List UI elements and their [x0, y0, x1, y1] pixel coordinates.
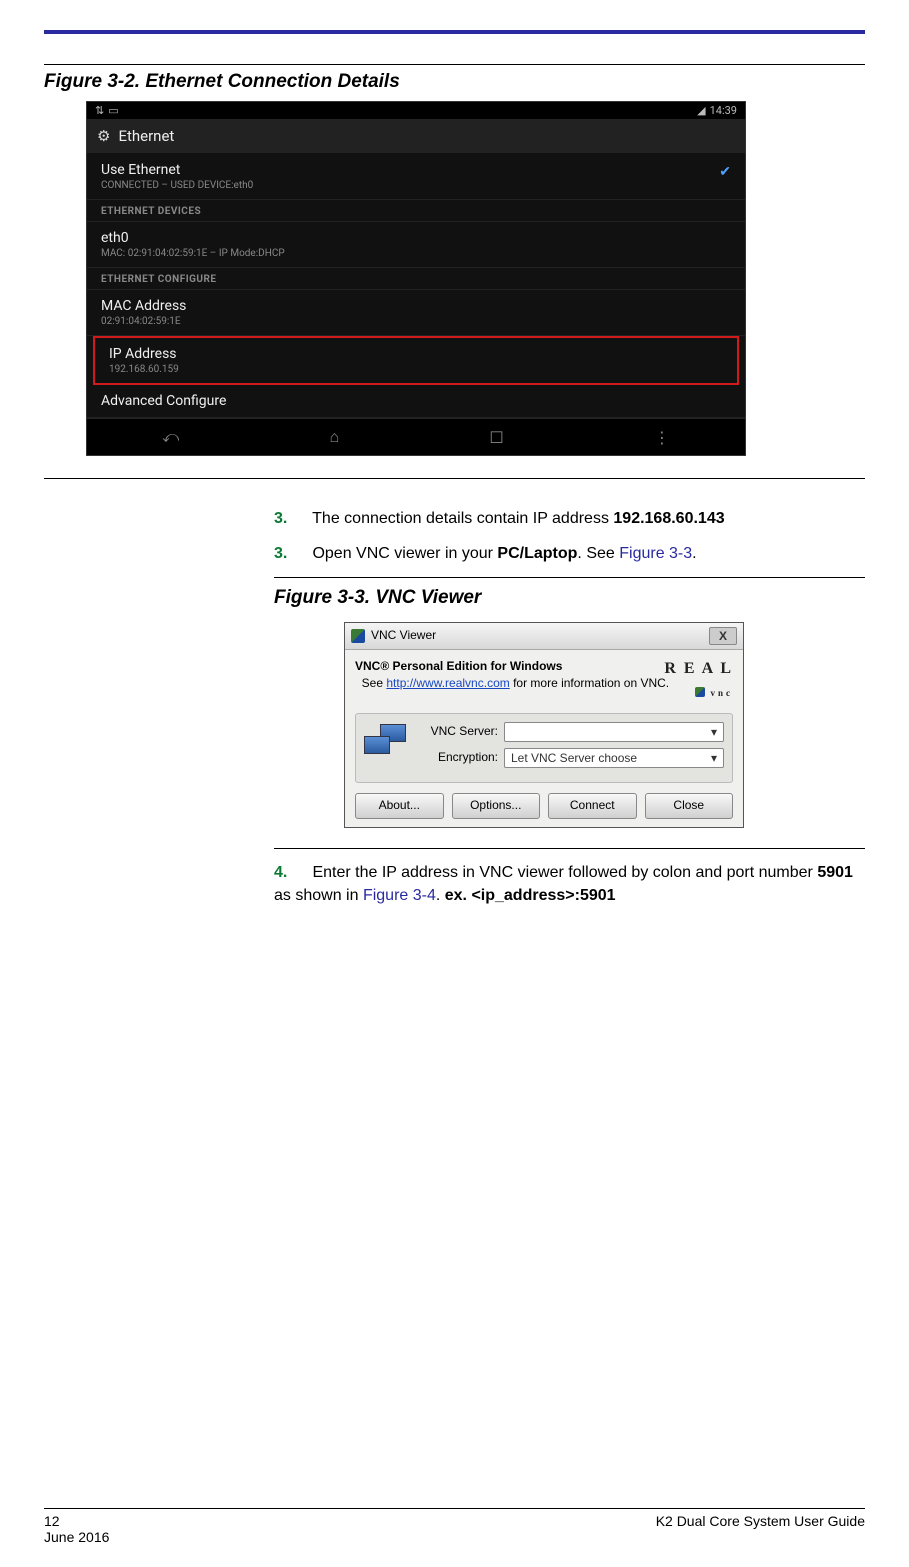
figure-3-4-link[interactable]: Figure 3-4 — [363, 887, 436, 904]
encryption-row: Encryption: Let VNC Server choose ▾ — [418, 748, 724, 768]
vnc-pe-see: See — [362, 676, 387, 690]
step-3b-suffix: . — [692, 545, 696, 562]
ip-sub: 192.168.60.159 — [109, 364, 723, 375]
step-3b: 3. Open VNC viewer in your PC/Laptop. Se… — [274, 542, 865, 565]
close-button-bottom[interactable]: Close — [645, 793, 734, 819]
step-3a: 3. The connection details contain IP add… — [274, 507, 865, 530]
step-3a-text: The connection details contain IP addres… — [312, 510, 613, 527]
encryption-select[interactable]: Let VNC Server choose ▾ — [504, 748, 724, 768]
real-top: R E A L — [664, 660, 733, 677]
vnc-logo-icon — [351, 629, 365, 643]
ethernet-screenshot: ⇅▭ ◢14:39 ⚙ Ethernet Use Ethernet CONNEC… — [86, 101, 746, 456]
footer-guide-title: K2 Dual Core System User Guide — [656, 1513, 865, 1545]
android-status-bar: ⇅▭ ◢14:39 — [87, 102, 745, 119]
use-ethernet-row[interactable]: Use Ethernet CONNECTED – USED DEVICE:eth… — [87, 154, 745, 200]
step-4-t3: . — [436, 887, 445, 904]
status-right-icons: ◢ 14:39 — [693, 104, 737, 117]
ip-row[interactable]: IP Address 192.168.60.159 — [93, 336, 739, 385]
step-3b-prefix: Open VNC viewer in your — [312, 545, 497, 562]
nav-recent-icon[interactable]: ☐ — [489, 428, 503, 447]
encryption-label: Encryption: — [418, 749, 498, 766]
nav-back-icon[interactable]: ⤺ — [162, 427, 179, 447]
step-3a-ip: 192.168.60.143 — [613, 510, 724, 527]
advanced-title: Advanced Configure — [101, 393, 731, 409]
vnc-pe-tail: for more information on VNC. — [510, 676, 669, 690]
ethernet-header: ⚙ Ethernet — [87, 119, 745, 154]
step-4-t1: Enter the IP address in VNC viewer follo… — [312, 864, 817, 881]
figure-3-3-rule-bottom — [274, 848, 865, 849]
eth0-row[interactable]: eth0 MAC: 02:91:04:02:59:1E – IP Mode:DH… — [87, 222, 745, 268]
vnc-pe-head: VNC® Personal Edition for Windows — [355, 659, 562, 673]
mac-sub: 02:91:04:02:59:1E — [101, 316, 731, 327]
step-4-b1: 5901 — [817, 864, 853, 881]
step-3b-bold: PC/Laptop — [497, 545, 577, 562]
chevron-down-icon: ▾ — [711, 724, 717, 740]
gear-icon: ⚙ — [97, 127, 110, 145]
footer-date: June 2016 — [44, 1529, 109, 1545]
page-footer: 12 June 2016 K2 Dual Core System User Gu… — [44, 1508, 865, 1545]
vnc-server-input[interactable]: ▾ — [504, 722, 724, 742]
vnc-window-title: VNC Viewer — [371, 627, 436, 644]
monitors-icon — [364, 722, 408, 758]
mac-row[interactable]: MAC Address 02:91:04:02:59:1E — [87, 290, 745, 336]
vnc-fields-panel: VNC Server: ▾ Encryption: Let VNC Server… — [355, 713, 733, 783]
connect-button[interactable]: Connect — [548, 793, 637, 819]
step-4-b2: ex. <ip_address>:5901 — [445, 887, 616, 904]
mac-title: MAC Address — [101, 298, 731, 314]
vnc-titlebar: VNC Viewer X — [345, 623, 743, 650]
step-4-t2: as shown in — [274, 887, 363, 904]
about-button[interactable]: About... — [355, 793, 444, 819]
step-3a-num: 3. — [274, 507, 308, 530]
check-icon: ✔ — [719, 164, 731, 180]
figure-rule-top — [44, 64, 865, 65]
encryption-value: Let VNC Server choose — [511, 750, 637, 766]
step-4: 4. Enter the IP address in VNC viewer fo… — [274, 861, 865, 907]
figure-rule-bottom — [44, 478, 865, 479]
signal-icon: ◢ — [697, 104, 705, 117]
page-number: 12 — [44, 1513, 109, 1529]
android-navbar: ⤺ ⌂ ☐ ⋮ — [87, 418, 745, 455]
advanced-row[interactable]: Advanced Configure — [87, 385, 745, 418]
nav-menu-icon[interactable]: ⋮ — [654, 428, 670, 447]
figure-3-3-caption: Figure 3-3. VNC Viewer — [274, 584, 865, 612]
figure-3-3-rule-top — [274, 577, 865, 578]
eth0-title: eth0 — [101, 230, 731, 246]
footer-rule — [44, 1508, 865, 1509]
figure-3-3-link[interactable]: Figure 3-3 — [619, 545, 692, 562]
top-rule — [44, 30, 865, 34]
wifi-icon: ⇅ — [95, 104, 104, 117]
step-4-num: 4. — [274, 861, 308, 884]
realvnc-link[interactable]: http://www.realvnc.com — [386, 676, 509, 690]
status-left-icons: ⇅▭ — [95, 104, 123, 117]
section-configure: ETHERNET CONFIGURE — [87, 268, 745, 290]
vnc-logo-small-icon — [695, 687, 705, 697]
vnc-viewer-window: VNC Viewer X VNC® Personal Edition for W… — [344, 622, 744, 828]
use-ethernet-title: Use Ethernet — [101, 162, 731, 178]
chevron-down-icon: ▾ — [711, 750, 717, 766]
step-3b-num: 3. — [274, 542, 308, 565]
vnc-server-label: VNC Server: — [418, 723, 498, 740]
vnc-server-row: VNC Server: ▾ — [418, 722, 724, 742]
section-devices: ETHERNET DEVICES — [87, 200, 745, 222]
ethernet-header-title: Ethernet — [118, 127, 174, 145]
real-sub: vnc — [711, 688, 734, 698]
sim-icon: ▭ — [108, 104, 118, 117]
figure-3-2-caption: Figure 3-2. Ethernet Connection Details — [44, 71, 865, 93]
clock-text: 14:39 — [710, 104, 737, 117]
ip-title: IP Address — [109, 346, 723, 362]
close-button[interactable]: X — [709, 627, 737, 645]
step-3b-mid: . See — [577, 545, 619, 562]
use-ethernet-sub: CONNECTED – USED DEVICE:eth0 — [101, 180, 731, 191]
nav-home-icon[interactable]: ⌂ — [329, 427, 339, 447]
options-button[interactable]: Options... — [452, 793, 541, 819]
eth0-sub: MAC: 02:91:04:02:59:1E – IP Mode:DHCP — [101, 248, 731, 259]
